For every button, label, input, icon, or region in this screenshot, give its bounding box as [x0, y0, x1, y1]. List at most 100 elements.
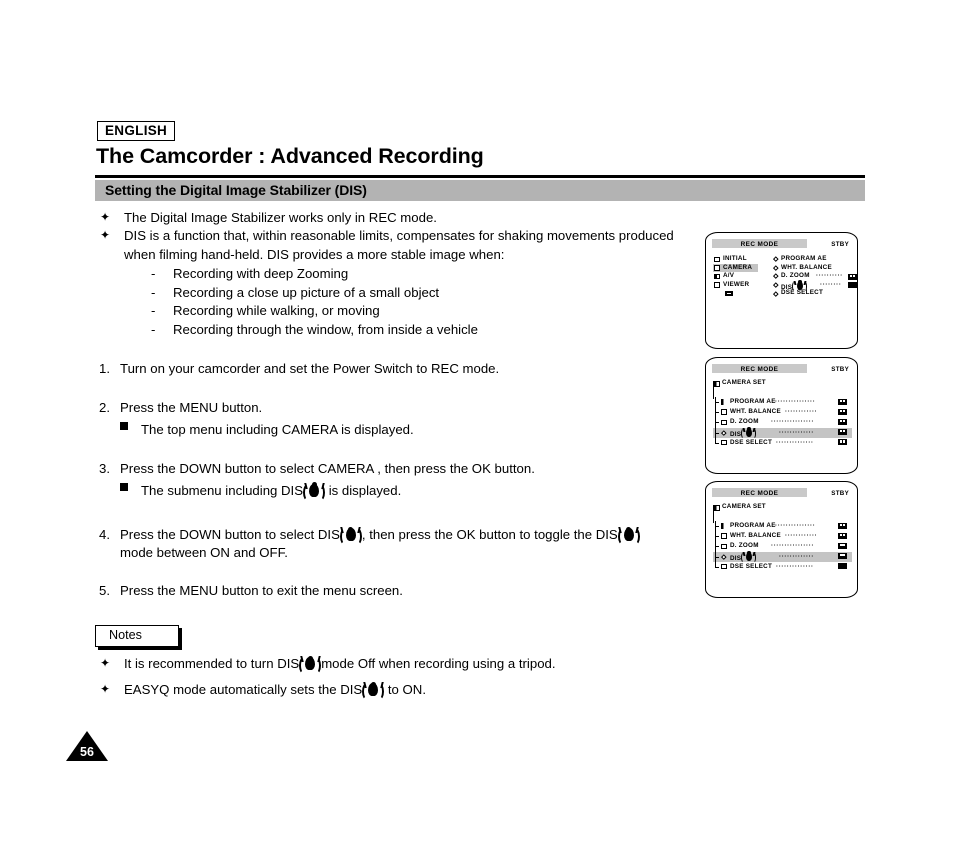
rec-mode-bar: REC MODE: [712, 488, 807, 497]
sub-item-text: Recording a close up picture of a small …: [173, 284, 440, 300]
status-badge: STBY: [831, 240, 849, 248]
step-number: 5.: [99, 582, 110, 598]
note-text-post: mode Off when recording using a tripod.: [321, 656, 556, 671]
list-item: ✦ DIS is a function that, within reasona…: [99, 227, 689, 339]
menu-item-av[interactable]: A/V: [713, 272, 758, 281]
lcd-top-menu-column: INITIAL CAMERA A/V VIEWER: [713, 255, 759, 298]
dash-icon: -: [151, 284, 156, 300]
submenu-item-label: D. ZOOM: [730, 542, 759, 550]
submenu-header: CAMERA SET: [713, 503, 766, 512]
procedure-step: 3. Press the DOWN button to select CAMER…: [99, 460, 699, 501]
value-indicator: [838, 553, 847, 560]
value-indicator: [838, 542, 847, 549]
submenu-item-wht-balance[interactable]: WHT. BALANCE ············: [713, 531, 852, 542]
step-result-text-post: is displayed.: [328, 482, 402, 498]
leader-dots: ··········: [816, 272, 843, 280]
rec-mode-label: REC MODE: [740, 240, 779, 248]
list-item: ✦ EASYQ mode automatically sets the DIS …: [99, 681, 699, 701]
submenu-item-label: WHT. BALANCE: [730, 408, 781, 416]
step-text-post: mode between ON and OFF.: [120, 545, 288, 561]
procedure-step-list: 1. Turn on your camcorder and set the Po…: [99, 360, 699, 613]
submenu-item-wht-balance[interactable]: WHT. BALANCE: [773, 263, 860, 273]
submenu-item-program-ae[interactable]: PROGRAM AE: [773, 255, 860, 264]
submenu-item-wht-balance[interactable]: WHT. BALANCE ············: [713, 407, 852, 418]
step-number: 3.: [99, 461, 110, 477]
step-text: Press the DOWN button to select CAMERA ,…: [120, 461, 535, 477]
step-number: 2.: [99, 400, 110, 416]
folder-icon: [721, 419, 727, 426]
leader-dots: ···············: [775, 522, 816, 529]
menu-item-extra[interactable]: [713, 289, 758, 298]
page-title: The Camcorder : Advanced Recording: [96, 144, 484, 168]
diamond-icon: [773, 290, 779, 297]
submenu-item-dis[interactable]: DIS ·············: [713, 551, 852, 564]
menu-item-label: VIEWER: [723, 280, 750, 288]
submenu-item-label: PROGRAM AE: [730, 398, 776, 405]
diamond-icon: [721, 429, 727, 435]
list-item: ✦ The Digital Image Stabilizer works onl…: [99, 209, 689, 227]
folder-icon: [714, 273, 720, 280]
tree-connector: [715, 526, 719, 527]
folder-icon: [721, 533, 727, 539]
submenu-item-d-zoom[interactable]: D. ZOOM ··········: [773, 272, 860, 281]
submenu-item-program-ae[interactable]: PROGRAM AE ···············: [713, 521, 852, 532]
tree-connector: [715, 536, 719, 538]
leader-dots: ············: [785, 408, 818, 416]
lcd-submenu-preview-column: PROGRAM AE WHT. BALANCE D. ZOOM ········…: [773, 255, 860, 298]
value-indicator: [838, 418, 847, 425]
dash-icon: -: [151, 322, 156, 337]
value-indicator: [838, 439, 847, 446]
rec-mode-label: REC MODE: [740, 365, 779, 373]
tree-connector: [715, 546, 719, 548]
submenu-item-d-zoom[interactable]: D. ZOOM ················: [713, 417, 852, 428]
sub-item-text: Recording through the window, from insid…: [173, 322, 478, 337]
submenu-item-d-zoom[interactable]: D. ZOOM ················: [713, 541, 852, 552]
dis-stabilizer-icon: [339, 526, 362, 546]
diamond-icon: [773, 273, 779, 279]
submenu-item-dis[interactable]: DIS ········: [773, 280, 860, 293]
value-indicator: [848, 282, 857, 289]
leader-dots: ········: [820, 280, 842, 288]
leader-dots: ················: [771, 542, 815, 550]
submenu-item-label: DSE SELECT: [730, 438, 773, 446]
status-badge: STBY: [831, 365, 849, 373]
menu-item-initial[interactable]: INITIAL: [713, 255, 758, 264]
block-indicator-icon: [725, 290, 733, 297]
sub-item-text: Recording while walking, or moving: [173, 303, 380, 319]
bullet-icon: ✦: [100, 228, 111, 243]
leader-dots: ·············: [779, 552, 815, 560]
diamond-icon: [721, 553, 727, 559]
status-badge: STBY: [831, 489, 849, 497]
step-text: Press the MENU button to exit the menu s…: [120, 582, 403, 598]
menu-item-viewer[interactable]: VIEWER: [713, 281, 758, 290]
sub-item-text: Recording with deep Zooming: [173, 266, 349, 282]
dis-stabilizer-icon: [299, 655, 322, 674]
submenu-item-dse-select[interactable]: DSE SELECT: [773, 289, 860, 298]
note-text-pre: EASYQ mode automatically sets the DIS: [124, 682, 363, 698]
rec-mode-label: REC MODE: [740, 489, 779, 497]
submenu-item-dis[interactable]: DIS ·············: [713, 427, 852, 440]
submenu-item-label: PROGRAM AE: [781, 255, 827, 262]
bullet-text: The Digital Image Stabilizer works only …: [124, 210, 437, 225]
submenu-item-program-ae[interactable]: PROGRAM AE ···············: [713, 397, 852, 408]
bullet-icon: ✦: [100, 210, 111, 224]
list-item: - Recording a close up picture of a smal…: [151, 284, 689, 303]
page-number: 56: [80, 745, 94, 759]
submenu-item-dse-select[interactable]: DSE SELECT ··············: [713, 561, 852, 572]
leader-dots: ··············: [776, 562, 814, 570]
folder-icon: [714, 265, 720, 271]
leader-dots: ···············: [775, 398, 816, 405]
submenu-item-dse-select[interactable]: DSE SELECT ··············: [713, 437, 852, 448]
step-text-pre: Press the DOWN button to select DIS: [120, 527, 340, 543]
square-bullet-icon: [120, 482, 128, 491]
menu-item-camera[interactable]: CAMERA: [713, 263, 759, 273]
submenu-item-label: DIS: [730, 430, 742, 438]
value-indicator: [838, 563, 847, 570]
lcd-screen-submenu-a: REC MODE STBY CAMERA SET PROGRAM AE ····…: [705, 357, 858, 474]
submenu-item-label: WHT. BALANCE: [781, 263, 832, 271]
diamond-icon: [773, 256, 779, 262]
tree-connector: [715, 442, 719, 444]
list-item: ✦ It is recommended to turn DIS mode Off …: [99, 655, 699, 674]
leader-dots: ················: [771, 418, 815, 426]
step-number: 4.: [99, 527, 110, 543]
